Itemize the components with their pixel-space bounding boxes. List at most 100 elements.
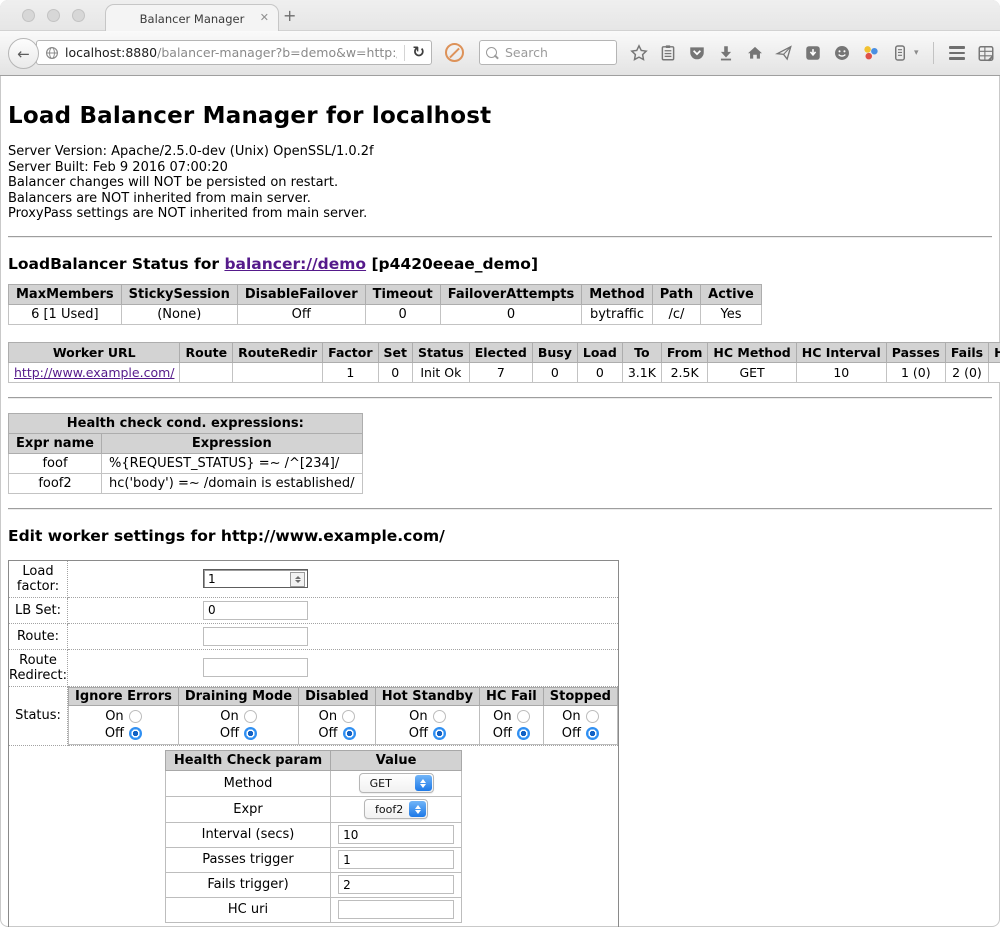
window-minimize-button[interactable] — [47, 9, 60, 22]
cell-expression: hc('body') =~ /domain is established/ — [102, 473, 363, 493]
cell-timeout: 0 — [365, 304, 440, 324]
route-redirect-input[interactable] — [203, 658, 308, 677]
bookmark-star-icon[interactable] — [630, 44, 648, 62]
pocket-icon[interactable] — [688, 44, 706, 62]
off-label: Off — [562, 725, 581, 742]
ignore-errors-on-radio[interactable] — [129, 710, 142, 723]
page-content: Load Balancer Manager for localhost Serv… — [0, 103, 1000, 927]
new-tab-button[interactable]: + — [283, 6, 296, 25]
back-icon: ← — [17, 45, 30, 63]
window-zoom-button[interactable] — [72, 9, 85, 22]
search-input[interactable] — [503, 44, 610, 61]
route-redirect-label: Route Redirect: — [9, 649, 68, 686]
hc-method-select[interactable]: GET — [359, 773, 434, 793]
reload-button[interactable]: ↻ — [412, 45, 425, 60]
hc-expr-select[interactable]: foof2 — [364, 799, 428, 819]
form-row-health-check: Health Check param Value Method GET Expr — [9, 745, 619, 927]
number-spinner-icon[interactable] — [290, 572, 305, 587]
status-label: Status: — [9, 686, 68, 745]
worker-row: http://www.example.com/ 1 0 Init Ok 7 0 … — [9, 362, 1000, 382]
extension-download-icon[interactable] — [804, 44, 822, 62]
cell-active: Yes — [701, 304, 762, 324]
disabled-off-radio[interactable] — [343, 727, 356, 740]
disabled-on-radio[interactable] — [342, 710, 355, 723]
notice-balancers: Balancers are NOT inherited from main se… — [8, 191, 992, 207]
col-header: Factor — [323, 342, 378, 362]
hot-standby-on-radio[interactable] — [433, 710, 446, 723]
hc-row-expr: Expr foof2 — [165, 796, 461, 822]
expr-table-caption: Health check cond. expressions: — [9, 413, 363, 433]
container-clip-icon[interactable] — [891, 44, 909, 62]
col-header: From — [661, 342, 708, 362]
reading-list-icon[interactable] — [659, 44, 677, 62]
url-bar[interactable]: localhost:8880/balancer-manager?b=demo&w… — [36, 40, 432, 65]
colored-dots-extension-icon[interactable] — [862, 44, 880, 62]
notebook-grid-icon[interactable] — [977, 44, 995, 62]
hot-standby-off-radio[interactable] — [433, 727, 446, 740]
url-domain: localhost:8880 — [65, 45, 157, 60]
cell-hc-uri — [989, 362, 1000, 382]
off-label: Off — [220, 725, 239, 742]
tab-balancer-manager[interactable]: Balancer Manager ✕ — [105, 4, 279, 32]
browser-window: Balancer Manager ✕ + ← localhost:8880/ba… — [0, 0, 1000, 927]
hc-uri-input[interactable] — [338, 900, 454, 919]
table-header-row: Worker URL Route RouteRedir Factor Set S… — [9, 342, 1000, 362]
cell-status: Init Ok — [413, 362, 470, 382]
draining-mode-on-radio[interactable] — [244, 710, 257, 723]
loadbalancer-status-heading: LoadBalancer Status for balancer://demo … — [8, 255, 992, 273]
hc-passes-input[interactable] — [338, 850, 454, 869]
tab-close-icon[interactable]: ✕ — [260, 11, 269, 24]
stopped-off-radio[interactable] — [586, 727, 599, 740]
load-factor-label: Load factor: — [9, 560, 68, 597]
server-built: Server Built: Feb 9 2016 07:00:20 — [8, 160, 992, 176]
heading-prefix: LoadBalancer Status for — [8, 255, 224, 273]
col-header: MaxMembers — [9, 284, 122, 304]
edit-worker-form: Load factor: LB Set: Route: Route Redire… — [8, 560, 619, 927]
ignore-errors-off-radio[interactable] — [129, 727, 142, 740]
heading-suffix: [p4420eeae_demo] — [366, 255, 538, 273]
hc-interval-input[interactable] — [338, 825, 454, 844]
cell-set: 0 — [378, 362, 412, 382]
globe-icon — [45, 46, 59, 60]
notice-persist: Balancer changes will NOT be persisted o… — [8, 175, 992, 191]
load-factor-input-wrap — [203, 569, 308, 588]
window-close-button[interactable] — [22, 9, 35, 22]
cell-path: /c/ — [652, 304, 700, 324]
notice-proxypass: ProxyPass settings are NOT inherited fro… — [8, 206, 992, 222]
cell-failoverattempts: 0 — [440, 304, 582, 324]
cell-hc-method: GET — [708, 362, 796, 382]
back-button[interactable]: ← — [8, 38, 39, 69]
col-header: HC Interval — [796, 342, 886, 362]
hc-fail-off-radio[interactable] — [517, 727, 530, 740]
downloads-icon[interactable] — [717, 44, 735, 62]
hc-fails-input[interactable] — [338, 875, 454, 894]
cell-load: 0 — [577, 362, 622, 382]
content-block-icon[interactable] — [445, 43, 464, 62]
lb-set-input[interactable] — [203, 601, 308, 620]
route-input[interactable] — [203, 627, 308, 646]
chevron-down-icon[interactable]: ▾ — [914, 48, 919, 58]
status-hot-standby-cell: On Off — [375, 705, 479, 744]
chat-smiley-icon[interactable] — [833, 44, 851, 62]
stopped-on-radio[interactable] — [586, 710, 599, 723]
cell-expr-name: foof — [9, 453, 102, 473]
home-icon[interactable] — [746, 44, 764, 62]
send-icon[interactable] — [775, 44, 793, 62]
balancer-demo-link[interactable]: balancer://demo — [224, 255, 366, 273]
status-header-row: Ignore Errors Draining Mode Disabled Hot… — [69, 687, 618, 705]
lb-set-label: LB Set: — [9, 597, 68, 623]
off-label: Off — [409, 725, 428, 742]
draining-mode-off-radio[interactable] — [244, 727, 257, 740]
hc-fail-on-radio[interactable] — [517, 710, 530, 723]
tab-title: Balancer Manager — [140, 12, 245, 26]
col-header: Load — [577, 342, 622, 362]
form-row-route: Route: — [9, 623, 619, 649]
worker-url-link[interactable]: http://www.example.com/ — [14, 365, 174, 380]
cell-passes: 1 (0) — [886, 362, 945, 382]
col-header: Status — [413, 342, 470, 362]
search-icon — [486, 47, 497, 58]
route-label: Route: — [9, 623, 68, 649]
menu-hamburger-icon[interactable] — [948, 44, 966, 62]
col-header: Value — [331, 750, 462, 770]
off-label: Off — [493, 725, 512, 742]
